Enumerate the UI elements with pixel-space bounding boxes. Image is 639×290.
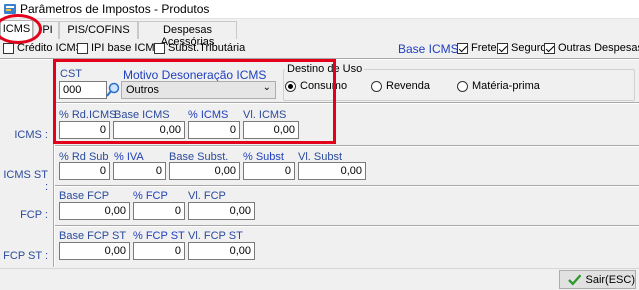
vl-fcp-st-label: Vl. FCP ST	[188, 230, 243, 242]
motivo-value: Outros	[126, 84, 160, 96]
radio-materia-prima-label: Matéria-prima	[472, 80, 540, 92]
radio-materia-prima-dot[interactable]	[457, 80, 468, 92]
perc-rd-icms-label: % Rd.ICMS	[59, 109, 117, 121]
outras-despesas-checkbox[interactable]: Outras Despesas	[544, 42, 639, 54]
perc-fcp-st-input[interactable]: 0	[133, 242, 185, 260]
base-icms-field-label: Base ICMS	[114, 109, 170, 121]
tab-icms-label: ICMS	[2, 23, 31, 35]
frete-checkbox[interactable]: Frete	[457, 42, 497, 54]
radio-consumo-label: Consumo	[300, 80, 348, 92]
iva-input[interactable]: 0	[113, 162, 166, 180]
tab-pis-cofins[interactable]: PIS/COFINS	[59, 21, 138, 39]
seguro-box[interactable]	[497, 42, 508, 54]
base-icms-label: Base ICMS :	[398, 42, 466, 56]
perc-fcp-input[interactable]: 0	[133, 202, 185, 220]
frete-box[interactable]	[457, 42, 468, 54]
destino-title: Destino de Uso	[285, 63, 365, 75]
radio-consumo[interactable]: Consumo	[285, 80, 347, 92]
vl-icms-input[interactable]: 0,00	[243, 121, 299, 139]
perc-subst-input[interactable]: 0	[243, 162, 295, 180]
credito-icms-box[interactable]	[3, 42, 14, 54]
app-icon	[4, 4, 16, 14]
exit-button-label: Sair(ESC)	[585, 273, 635, 286]
fcp-separator	[55, 185, 639, 187]
perc-icms-input[interactable]: 0	[188, 121, 240, 139]
cst-input[interactable]: 000	[59, 81, 107, 99]
tab-icms[interactable]: ICMS	[0, 20, 33, 40]
subst-tributaria-checkbox[interactable]: Subst.Tributária	[154, 42, 245, 54]
vl-subst-input[interactable]: 0,00	[298, 162, 366, 180]
vl-icms-label: Vl. ICMS	[243, 109, 287, 121]
base-subst-input[interactable]: 0,00	[169, 162, 240, 180]
fcp-st-row-label: FCP ST :	[3, 250, 48, 262]
radio-revenda-label: Revenda	[386, 80, 431, 92]
radio-revenda-dot[interactable]	[371, 80, 382, 92]
motivo-label: Motivo Desoneração ICMS	[123, 68, 267, 82]
vl-fcp-input[interactable]: 0,00	[188, 202, 255, 220]
perc-rd-icms-input[interactable]: 0	[59, 121, 110, 139]
perc-icms-label: % ICMS	[188, 109, 229, 121]
outras-despesas-box[interactable]	[544, 42, 555, 54]
chevron-down-icon: ⌄	[262, 82, 271, 93]
base-fcp-st-input[interactable]: 0,00	[59, 242, 130, 260]
exit-button[interactable]: Sair(ESC)	[559, 270, 636, 289]
credito-icms-checkbox[interactable]: Crédito ICMS	[3, 42, 83, 54]
tab-despesas-acessorias[interactable]: Despesas Acessórias	[138, 21, 237, 48]
tab-pis-cofins-label: PIS/COFINS	[67, 24, 130, 36]
seguro-label: Seguro	[511, 42, 547, 54]
seguro-checkbox[interactable]: Seguro	[497, 42, 546, 54]
ipi-base-icms-box[interactable]	[77, 42, 88, 54]
credito-icms-label: Crédito ICMS	[17, 42, 84, 54]
icms-st-row-label: ICMS ST :	[3, 169, 48, 193]
ipi-base-icms-checkbox[interactable]: IPI base ICMS	[77, 42, 162, 54]
perc-fcp-st-label: % FCP ST	[133, 230, 185, 242]
radio-materia-prima[interactable]: Matéria-prima	[457, 80, 540, 92]
check-icon	[568, 273, 582, 286]
subst-tributaria-label: Subst.Tributária	[168, 42, 246, 54]
cst-label: CST	[60, 68, 82, 80]
base-fcp-input[interactable]: 0,00	[59, 202, 130, 220]
ipi-base-icms-label: IPI base ICMS	[91, 42, 162, 54]
outras-despesas-label: Outras Despesas	[558, 42, 639, 54]
vl-fcp-st-input[interactable]: 0,00	[188, 242, 255, 260]
fcp-st-separator	[55, 225, 639, 227]
search-icon[interactable]	[104, 81, 122, 99]
motivo-dropdown[interactable]: Outros ⌄	[121, 81, 276, 99]
tab-ipi-label: IPI	[39, 24, 53, 36]
icms-st-separator	[55, 145, 639, 147]
base-fcp-st-label: Base FCP ST	[59, 230, 127, 242]
perc-fcp-label: % FCP	[133, 190, 168, 202]
base-fcp-label: Base FCP	[59, 190, 110, 202]
window-title: Parâmetros de Impostos - Produtos	[20, 2, 210, 16]
vl-fcp-label: Vl. FCP	[188, 190, 226, 202]
radio-consumo-dot[interactable]	[285, 80, 296, 92]
base-icms-input[interactable]: 0,00	[113, 121, 185, 139]
radio-revenda[interactable]: Revenda	[371, 80, 430, 92]
icms-separator	[55, 102, 639, 104]
fcp-row-label: FCP :	[20, 209, 48, 221]
title-bar: Parâmetros de Impostos - Produtos	[0, 0, 639, 19]
tab-ipi[interactable]: IPI	[33, 21, 59, 39]
frete-label: Frete	[471, 42, 497, 54]
icms-row-label: ICMS :	[14, 129, 48, 141]
bottom-bar	[0, 268, 639, 290]
rd-sub-input[interactable]: 0	[59, 162, 110, 180]
panel-top-line	[0, 58, 639, 60]
subst-tributaria-box[interactable]	[154, 42, 165, 54]
panel-divider	[53, 60, 55, 267]
